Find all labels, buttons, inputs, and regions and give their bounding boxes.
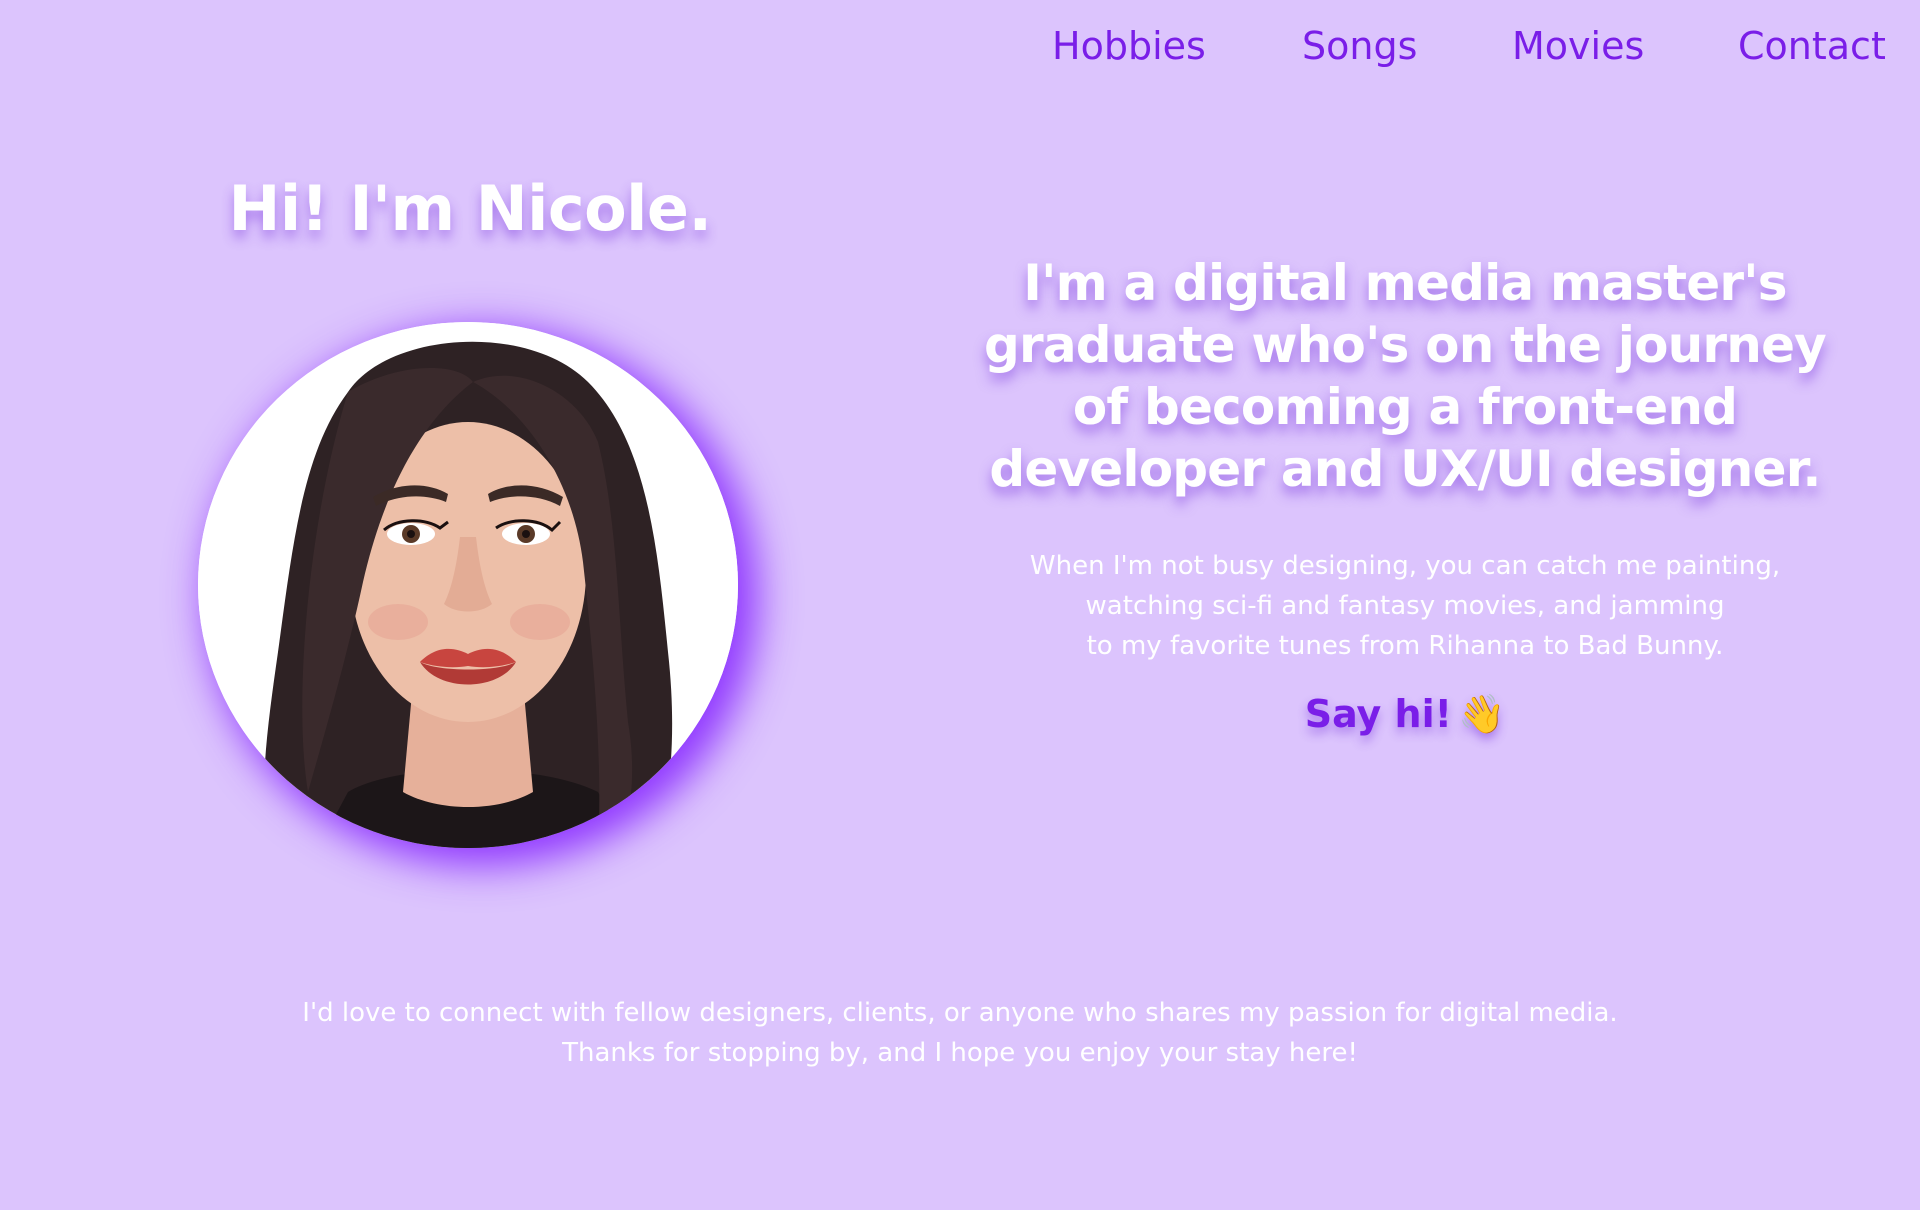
closing-line: I'd love to connect with fellow designer… — [302, 998, 1618, 1028]
intro-tagline: I'm a digital media master's graduate wh… — [984, 254, 1827, 498]
nav-link-songs[interactable]: Songs — [1302, 24, 1417, 68]
portrait-illustration — [198, 322, 738, 848]
about-text: When I'm not busy designing, you can cat… — [980, 546, 1830, 666]
about-line: When I'm not busy designing, you can cat… — [1029, 551, 1781, 581]
nav-link-hobbies[interactable]: Hobbies — [1052, 24, 1206, 68]
main-nav: Hobbies Songs Movies Contact — [0, 24, 1920, 84]
about-line: to my favorite tunes from Rihanna to Bad… — [1086, 631, 1724, 661]
closing-line: Thanks for stopping by, and I hope you e… — [562, 1038, 1358, 1068]
waving-hand-icon: 👋 — [1457, 692, 1506, 736]
nav-link-contact[interactable]: Contact — [1738, 24, 1886, 68]
about-line: watching sci-fi and fantasy movies, and … — [1085, 591, 1725, 621]
say-hi-link[interactable]: Say hi! 👋 — [980, 692, 1830, 737]
say-hi-label: Say hi! — [1304, 692, 1452, 736]
hero-title: Hi! I'm Nicole. — [228, 172, 712, 245]
closing-text: I'd love to connect with fellow designer… — [0, 993, 1920, 1073]
profile-avatar — [198, 322, 738, 848]
nav-link-movies[interactable]: Movies — [1512, 24, 1644, 68]
